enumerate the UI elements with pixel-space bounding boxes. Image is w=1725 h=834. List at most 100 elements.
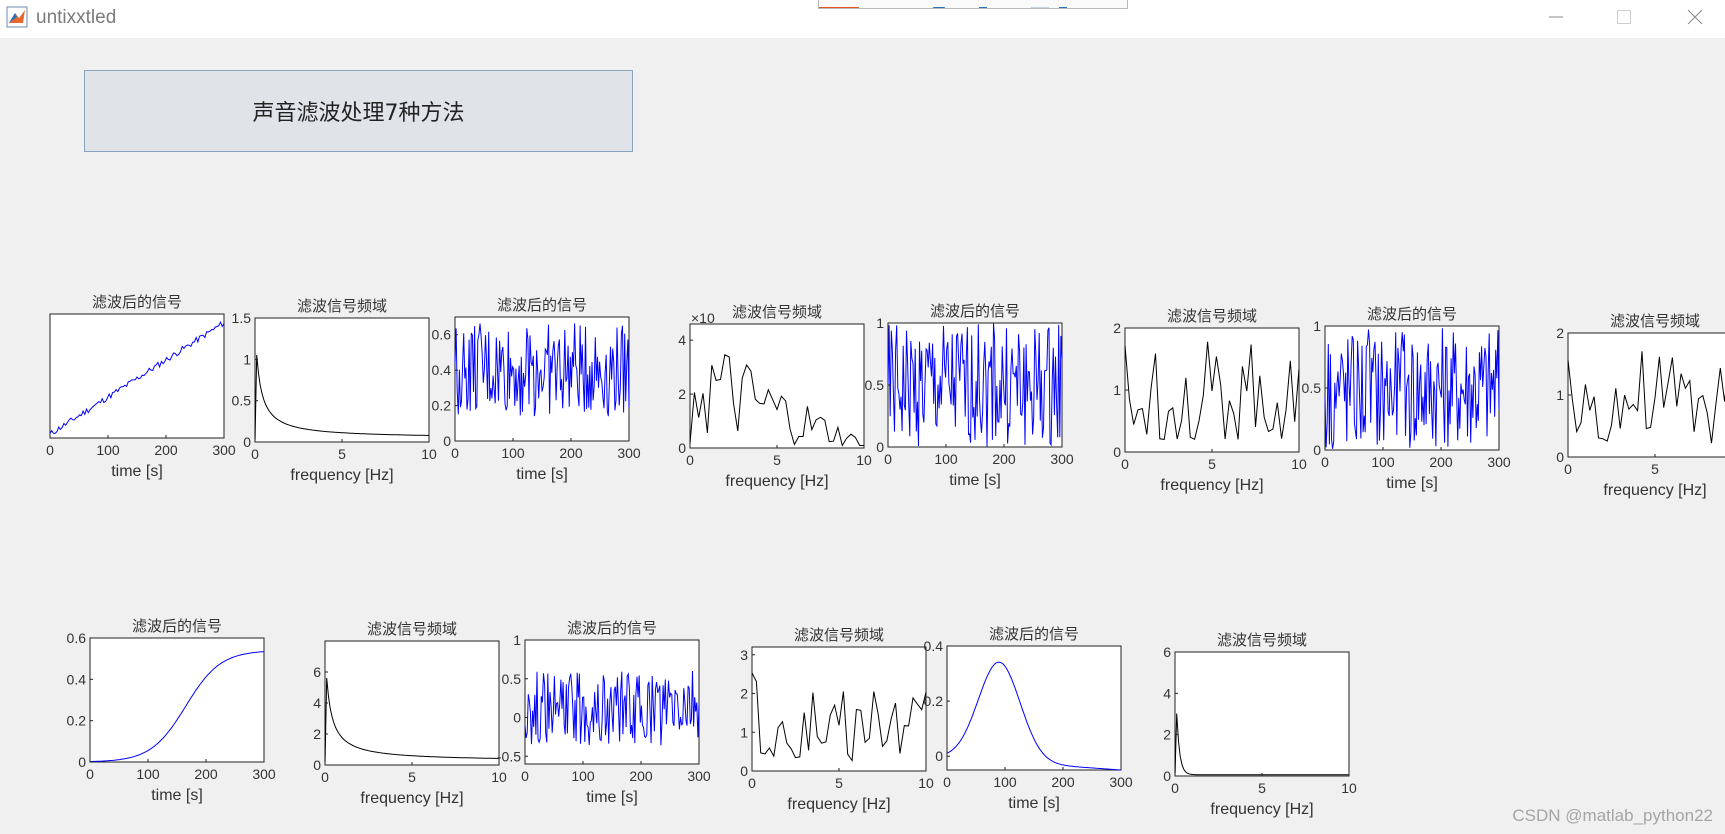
x-tick-label: 200 [194,766,218,782]
x-tick-label: 0 [748,775,756,791]
y-tick-label: 0.2 [67,713,87,729]
y-tick-label: 2 [1556,325,1564,341]
plot-r2c6: 滤波信号频域 0 5 10 0 2 4 6 frequency [Hz] [1125,626,1357,822]
y-tick-label: 0 [513,710,521,726]
plot-title: 滤波信号频域 [1610,312,1700,330]
axes-box [324,640,500,766]
x-tick-label: 200 [629,768,653,784]
y-tick-label: 0.4 [432,362,452,378]
maximize-icon [1617,10,1631,24]
plot-title: 滤波后的信号 [567,619,657,637]
plot-title: 滤波信号频域 [1217,631,1307,649]
plot-r2c1: 滤波后的信号 0 100 200 300 0 0.2 0.4 0.6 time [s] [40,612,276,808]
maximize-button[interactable] [1601,4,1647,30]
y-tick-label: 1 [876,315,884,331]
plot-r1c6: 滤波信号频域 0 5 10 0 1 2 frequency [Hz] [1075,302,1307,498]
x-axis-label: time [s] [1386,475,1438,492]
x-tick-label: 200 [559,445,583,461]
y-tick-label: 4 [313,695,321,711]
x-tick-label: 100 [136,766,160,782]
y-tick-label: 0.5 [865,377,885,393]
plot-svg: 滤波后的信号 0 100 200 300 0 0.2 0.4 0.6 time [s] [67,617,276,804]
x-tick-label: 0 [521,768,529,784]
plot-title: 滤波信号频域 [732,303,822,321]
y-tick-label: 0.2 [432,398,452,414]
x-tick-label: 0 [451,445,459,461]
plot-title: 滤波后的信号 [92,293,182,311]
plot-svg: 滤波信号频域0 5 100246frequency [Hz] [1163,631,1357,818]
plot-title: 滤波后的信号 [497,296,587,314]
y-tick-label: 2 [1163,727,1171,743]
minimize-icon [1549,16,1563,18]
plot-svg: 滤波后的信号 0 100 200 300 0 0.2 0.4 0.6 time [s] [432,296,641,483]
plot-r1c4: 滤波信号频域 ×10 0 5 10 0 2 4 frequency [Hz] [640,298,872,494]
plot-title: 滤波后的信号 [132,617,222,635]
filter-methods-button[interactable]: 声音滤波处理7种方法 [84,70,633,152]
axes-box [49,313,225,439]
y-tick-label: 0 [1113,444,1121,460]
y-tick-label: 0 [78,754,86,770]
y-tick-label: 0.4 [924,638,944,654]
y-tick-label: 1 [243,351,251,367]
plot-title: 滤波后的信号 [989,625,1079,643]
y-tick-label: 1.5 [232,310,252,326]
plot-r2c2: 滤波信号频域 0 5 10 0 2 4 6 frequency [Hz] [275,615,507,811]
plot-title: 滤波信号频域 [1167,307,1257,325]
x-tick-label: 100 [1371,454,1395,470]
plot-r1c7: 滤波后的信号 0 100 200 300 0 0.5 1 time [s] [1275,300,1511,496]
x-tick-label: 100 [993,774,1017,790]
x-tick-label: 0 [86,766,94,782]
minimize-button[interactable] [1533,4,1579,30]
y-tick-label: 0 [1556,449,1564,465]
x-axis-label: frequency [Hz] [787,796,890,813]
x-tick-label: 5 [1208,456,1216,472]
plot-r1c3: 滤波后的信号 0 100 200 300 0 0.2 0.4 0.6 time [s] [405,291,641,487]
plot-svg: 滤波后的信号 0 100 200 300 0 0.5 1 time [s] [865,302,1074,489]
axes-box [254,317,430,443]
x-axis-label: time [s] [586,789,638,806]
x-tick-label: 200 [1429,454,1453,470]
x-tick-label: 0 [943,774,951,790]
x-axis-label: time [s] [151,787,203,804]
window-title: untixxtled [36,7,117,28]
axes-box [1174,651,1350,777]
x-tick-label: 10 [1341,780,1357,796]
plot-svg: 滤波后的信号0 100 200 300time [s] [46,293,236,480]
x-tick-label: 0 [1564,461,1572,477]
x-tick-label: 0 [884,451,892,467]
axes-box [89,637,265,763]
y-tick-label: 4 [678,332,686,348]
plot-title: 滤波信号频域 [367,620,457,638]
x-tick-label: 0 [686,452,694,468]
x-axis-label: frequency [Hz] [360,790,463,807]
axes-box [946,645,1122,771]
x-tick-label: 300 [252,766,276,782]
plot-r1c8: 滤波信号频域 0 5 0 1 2 frequency [Hz] [1518,307,1725,503]
y-tick-label: 0 [678,440,686,456]
y-tick-label: 0 [935,748,943,764]
x-tick-label: 0 [321,769,329,785]
x-tick-label: 0 [1121,456,1129,472]
toolbar-icons [819,0,1067,8]
x-tick-label: 0 [251,446,259,462]
x-tick-label: 0 [1321,454,1329,470]
plot-svg: 滤波信号频域0 5 100246frequency [Hz] [313,620,507,807]
x-tick-label: 200 [1051,774,1075,790]
plot-svg: 滤波信号频域×100 5 10024frequency [Hz] [678,303,872,490]
x-tick-label: 200 [992,451,1016,467]
x-axis-label: time [s] [949,472,1001,489]
y-tick-label: 1 [1556,387,1564,403]
plot-r2c5: 滤波后的信号 0 100 200 300 0 0.2 0.4 time [s] [897,620,1133,816]
axes-box [1567,332,1725,458]
y-tick-label: 0.5 [502,671,522,687]
y-tick-label: 1 [740,724,748,740]
plot-r1c5: 滤波后的信号 0 100 200 300 0 0.5 1 time [s] [838,297,1074,493]
plot-title: 滤波信号频域 [794,626,884,644]
y-tick-label: 0.5 [1302,380,1322,396]
close-button[interactable] [1672,4,1718,30]
x-tick-label: 100 [934,451,958,467]
x-axis-label: time [s] [111,463,163,480]
x-tick-label: 300 [1050,451,1074,467]
plot-r1c2: 滤波信号频域 0 5 10 0 0.5 1 1.5 frequency [Hz] [205,292,437,488]
y-tick-label: 1 [513,632,521,648]
